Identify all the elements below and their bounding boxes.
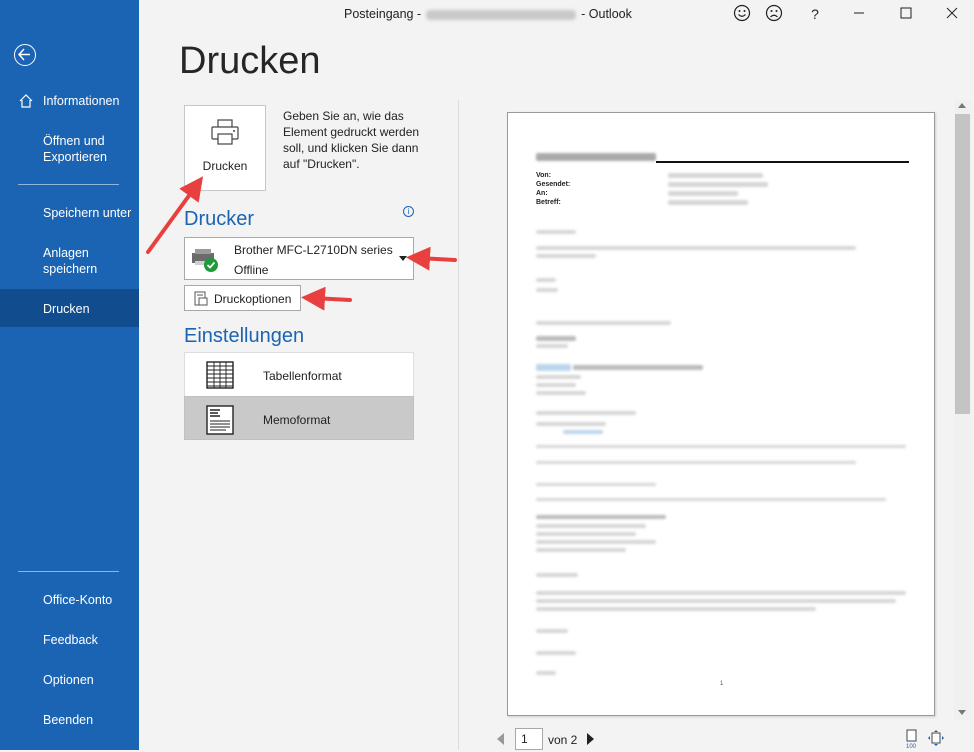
sidebar-item-label: Office-Konto	[43, 593, 113, 607]
header-rule	[656, 161, 909, 163]
scroll-up-icon[interactable]	[958, 103, 966, 108]
page-number-input[interactable]: 1	[515, 728, 543, 750]
arrow-to-print-options	[301, 286, 352, 311]
sidebar-item-informationen[interactable]: Informationen	[0, 93, 139, 109]
printer-status: Offline	[234, 263, 269, 277]
sidebar-item-anlagen-speichern[interactable]: Anlagen speichern	[0, 245, 139, 277]
print-options-button[interactable]: Druckoptionen	[184, 285, 301, 311]
svg-text:100: 100	[906, 744, 917, 749]
frown-icon[interactable]	[764, 4, 784, 24]
arrow-to-printer-dropdown	[406, 246, 457, 271]
fit-page-icon[interactable]	[928, 730, 944, 749]
scrollbar-thumb[interactable]	[955, 114, 970, 414]
memo-format-icon	[206, 405, 234, 438]
header-label-to: An:	[536, 190, 548, 197]
sidebar-item-oeffnen-exportieren[interactable]: Öffnen und Exportieren	[0, 133, 139, 165]
scroll-down-icon[interactable]	[958, 710, 966, 715]
next-page-icon[interactable]	[587, 733, 594, 745]
help-button[interactable]: ?	[805, 4, 825, 24]
sidebar-item-label: Informationen	[43, 94, 120, 108]
pane-divider	[458, 100, 459, 750]
redacted-sender	[536, 153, 656, 161]
previous-page-icon[interactable]	[497, 733, 504, 745]
title-bar: Posteingang -- Outlook ?	[139, 0, 974, 28]
print-options-label: Druckoptionen	[214, 292, 292, 306]
print-button-label: Drucken	[202, 159, 248, 173]
sidebar-separator	[18, 184, 119, 185]
printer-heading: Drucker	[184, 208, 255, 230]
sidebar-item-beenden[interactable]: Beenden	[0, 712, 139, 728]
print-options-icon	[193, 291, 209, 310]
header-label-subject: Betreff:	[536, 199, 561, 206]
print-preview-page: Von: Gesendet: An: Betreff: 1	[507, 112, 935, 716]
format-label: Tabellenformat	[263, 369, 342, 383]
close-icon[interactable]	[942, 4, 962, 24]
format-label: Memoformat	[263, 413, 331, 427]
sidebar-item-speichern-unter[interactable]: Speichern unter	[0, 205, 139, 221]
page-title: Drucken	[179, 40, 321, 82]
header-label-from: Von:	[536, 172, 552, 179]
sidebar-item-label: Anlagen speichern	[43, 246, 98, 276]
preview-scrollbar[interactable]	[954, 100, 971, 720]
actual-size-icon[interactable]: 100	[905, 729, 919, 752]
sidebar-separator	[18, 571, 119, 572]
sidebar-item-drucken[interactable]: Drucken	[0, 289, 139, 327]
sidebar-item-feedback[interactable]: Feedback	[0, 632, 139, 648]
printer-icon	[210, 118, 240, 149]
sidebar-item-label: Feedback	[43, 633, 98, 647]
header-label-sent: Gesendet:	[536, 181, 571, 188]
printer-name: Brother MFC-L2710DN series	[234, 243, 393, 257]
sidebar-item-label: Optionen	[43, 673, 94, 687]
preview-page-number: 1	[720, 681, 724, 687]
back-arrow-icon[interactable]	[14, 44, 36, 66]
chevron-down-icon	[399, 256, 407, 261]
print-help-text: Geben Sie an, wie das Element gedruckt w…	[283, 109, 420, 171]
printer-ready-icon	[191, 247, 221, 276]
sidebar-item-office-konto[interactable]: Office-Konto	[0, 592, 139, 608]
format-option-tabellenformat[interactable]: Tabellenformat	[184, 352, 414, 396]
sidebar-item-label: Beenden	[43, 713, 94, 727]
backstage-sidebar: Informationen Öffnen und Exportieren Spe…	[0, 0, 139, 750]
page-total: von 2	[548, 733, 578, 747]
sidebar-item-optionen[interactable]: Optionen	[0, 672, 139, 688]
table-format-icon	[206, 361, 234, 392]
settings-heading: Einstellungen	[184, 325, 305, 347]
sidebar-item-label: Drucken	[43, 302, 90, 316]
smile-icon[interactable]	[732, 4, 752, 24]
sidebar-item-label: Öffnen und Exportieren	[43, 134, 107, 164]
maximize-icon[interactable]	[896, 4, 916, 24]
window-title: Posteingang -- Outlook	[344, 7, 632, 21]
minimize-icon[interactable]	[849, 4, 869, 24]
redacted-account	[426, 9, 577, 20]
format-option-memoformat[interactable]: Memoformat	[184, 396, 414, 440]
printer-dropdown[interactable]: Brother MFC-L2710DN series Offline	[184, 237, 414, 280]
home-icon	[18, 93, 34, 113]
info-icon[interactable]: i	[403, 206, 414, 217]
sidebar-item-label: Speichern unter	[43, 206, 132, 220]
print-button[interactable]: Drucken	[184, 105, 266, 191]
